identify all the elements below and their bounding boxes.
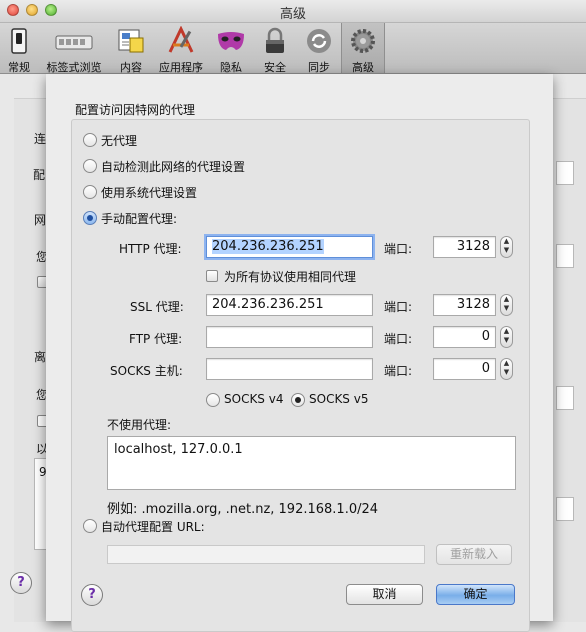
- radio-socks-v5[interactable]: [291, 393, 305, 407]
- ftp-port-stepper[interactable]: ▲ ▼: [500, 326, 513, 348]
- http-port-label: 端口:: [384, 242, 413, 256]
- ftp-proxy-label: FTP 代理:: [129, 332, 183, 346]
- radio-manual-proxy-label: 手动配置代理:: [101, 212, 178, 226]
- proxy-options-group: 无代理 自动检测此网络的代理设置 使用系统代理设置 手动配置代理: HTTP 代…: [71, 119, 530, 632]
- window-titlebar: 高级: [0, 0, 586, 23]
- toolbar-item-privacy[interactable]: 隐私: [212, 23, 250, 74]
- tabs-icon: [55, 35, 93, 50]
- ssl-port-stepper[interactable]: ▲ ▼: [500, 294, 513, 316]
- radio-auto-config-url-label: 自动代理配置 URL:: [101, 520, 205, 534]
- background-button-right-2[interactable]: [556, 244, 574, 268]
- content-icon: [118, 29, 144, 53]
- background-button-right-4[interactable]: [556, 497, 574, 521]
- radio-no-proxy[interactable]: [83, 133, 97, 147]
- dialog-heading: 配置访问因特网的代理: [75, 103, 196, 117]
- no-proxy-for-textarea[interactable]: localhost, 127.0.0.1: [107, 436, 516, 490]
- socks-port-label: 端口:: [384, 364, 413, 378]
- no-proxy-for-label: 不使用代理:: [107, 418, 172, 432]
- same-proxy-label: 为所有协议使用相同代理: [224, 270, 357, 284]
- ssl-proxy-label: SSL 代理:: [130, 300, 184, 314]
- privacy-mask-icon: [218, 32, 244, 50]
- background-label-conn: 连: [34, 132, 47, 146]
- window-title: 高级: [279, 7, 306, 22]
- ok-button[interactable]: 确定: [436, 584, 515, 605]
- radio-system-proxy[interactable]: [83, 185, 97, 199]
- http-port-stepper[interactable]: ▲ ▼: [500, 236, 513, 258]
- applications-icon: [168, 26, 194, 53]
- ssl-port-input[interactable]: 3128: [433, 294, 496, 316]
- radio-socks-v4[interactable]: [206, 393, 220, 407]
- ssl-port-label: 端口:: [384, 300, 413, 314]
- proxy-settings-sheet: 配置访问因特网的代理 无代理 自动检测此网络的代理设置 使用系统代理设置 手动配…: [46, 74, 553, 632]
- radio-socks-v5-label: SOCKS v5: [309, 392, 369, 406]
- background-help-button[interactable]: ?: [10, 572, 32, 594]
- radio-system-proxy-label: 使用系统代理设置: [101, 186, 198, 200]
- radio-auto-config-url[interactable]: [83, 519, 97, 533]
- dialog-help-button[interactable]: ?: [81, 584, 103, 606]
- general-switch-icon: [11, 28, 27, 54]
- radio-no-proxy-label: 无代理: [101, 134, 138, 148]
- ftp-proxy-input[interactable]: [206, 326, 373, 348]
- radio-socks-v4-label: SOCKS v4: [224, 392, 284, 406]
- ftp-port-input[interactable]: 0: [433, 326, 496, 348]
- gear-icon: [351, 29, 375, 53]
- toolbar-item-general[interactable]: 常规: [0, 23, 38, 74]
- toolbar-item-tabs[interactable]: 标签式浏览: [40, 23, 108, 74]
- http-proxy-label: HTTP 代理:: [119, 242, 182, 256]
- http-port-input[interactable]: 3128: [433, 236, 496, 258]
- socks-port-stepper[interactable]: ▲ ▼: [500, 358, 513, 380]
- background-label-net: 网: [34, 213, 47, 227]
- socks-host-label: SOCKS 主机:: [110, 364, 183, 378]
- radio-manual-proxy[interactable]: [83, 211, 97, 225]
- toolbar-item-applications[interactable]: 应用程序: [156, 23, 206, 74]
- cancel-button[interactable]: 取消: [346, 584, 423, 605]
- auto-config-url-input[interactable]: [107, 545, 425, 564]
- reload-button[interactable]: 重新载入: [436, 544, 512, 565]
- background-button-right-3[interactable]: [556, 386, 574, 410]
- http-proxy-input[interactable]: 204.236.236.251: [206, 236, 373, 258]
- http-proxy-value: 204.236.236.251: [212, 239, 324, 254]
- sync-icon: [307, 29, 331, 53]
- radio-auto-detect[interactable]: [83, 159, 97, 173]
- ssl-proxy-input[interactable]: 204.236.236.251: [206, 294, 373, 316]
- toolbar-item-content[interactable]: 内容: [112, 23, 150, 74]
- same-proxy-checkbox[interactable]: [206, 270, 218, 282]
- toolbar-item-advanced[interactable]: 高级: [341, 23, 385, 74]
- ftp-port-label: 端口:: [384, 332, 413, 346]
- radio-auto-detect-label: 自动检测此网络的代理设置: [101, 160, 246, 174]
- no-proxy-example: 例如: .mozilla.org, .net.nz, 192.168.1.0/2…: [107, 502, 379, 517]
- background-label-cfg: 配: [33, 168, 46, 182]
- preferences-toolbar: 常规 标签式浏览 内容 应用程序 隐私 安全 同步 高级: [0, 23, 586, 74]
- toolbar-item-security[interactable]: 安全: [258, 23, 292, 74]
- background-label-offline: 离: [34, 350, 47, 364]
- toolbar-item-sync[interactable]: 同步: [300, 23, 338, 74]
- background-button-right-1[interactable]: [556, 161, 574, 185]
- socks-port-input[interactable]: 0: [433, 358, 496, 380]
- socks-host-input[interactable]: [206, 358, 373, 380]
- padlock-icon: [266, 27, 284, 53]
